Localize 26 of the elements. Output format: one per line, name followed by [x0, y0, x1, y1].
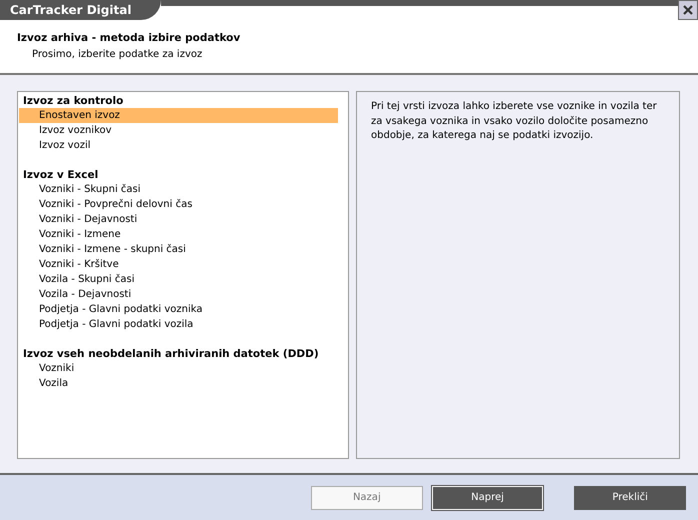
page-title: Izvoz arhiva - metoda izbire podatkov: [17, 32, 242, 44]
list-item[interactable]: Podjetja - Glavni podatki voznika: [19, 302, 338, 317]
list-item[interactable]: Vozniki - Kršitve: [19, 257, 338, 272]
list-item[interactable]: Enostaven izvoz: [19, 108, 338, 123]
list-item[interactable]: Vozila - Skupni časi: [19, 272, 338, 287]
group-heading: Izvoz v Excel: [22, 168, 100, 182]
window-title: CarTracker Digital: [0, 0, 162, 20]
list-item[interactable]: Vozniki - Izmene - skupni časi: [19, 242, 338, 257]
close-button[interactable]: [678, 0, 698, 20]
cancel-button[interactable]: Prekliči: [574, 486, 686, 510]
list-item[interactable]: Vozniki - Povprečni delovni čas: [19, 197, 338, 212]
list-item[interactable]: Vozniki - Skupni časi: [19, 182, 338, 197]
next-button[interactable]: Naprej: [432, 486, 544, 510]
close-icon: [681, 3, 695, 17]
list-item[interactable]: Podjetja - Glavni podatki vozila: [19, 317, 338, 332]
group-heading: Izvoz za kontrolo: [22, 94, 124, 108]
page-subtitle: Prosimo, izberite podatke za izvoz: [32, 49, 204, 60]
list-item[interactable]: Vozila: [19, 376, 338, 391]
group-heading: Izvoz vseh neobdelanih arhiviranih datotek (DDD): [22, 347, 320, 361]
description-text: Pri tej vrsti izvoza lahko izberete vse voznike in vozila ter za vsakega voznika in vsako vozilo določite posamezno obdobje, za katerega naj se podatki izvozijo.: [371, 100, 658, 143]
list-item[interactable]: Vozniki - Dejavnosti: [19, 212, 338, 227]
list-item[interactable]: Izvoz vozil: [19, 138, 338, 153]
list-item[interactable]: Vozila - Dejavnosti: [19, 287, 338, 302]
list-item[interactable]: Izvoz voznikov: [19, 123, 338, 138]
list-item[interactable]: Vozniki: [19, 361, 338, 376]
list-item[interactable]: Vozniki - Izmene: [19, 227, 338, 242]
